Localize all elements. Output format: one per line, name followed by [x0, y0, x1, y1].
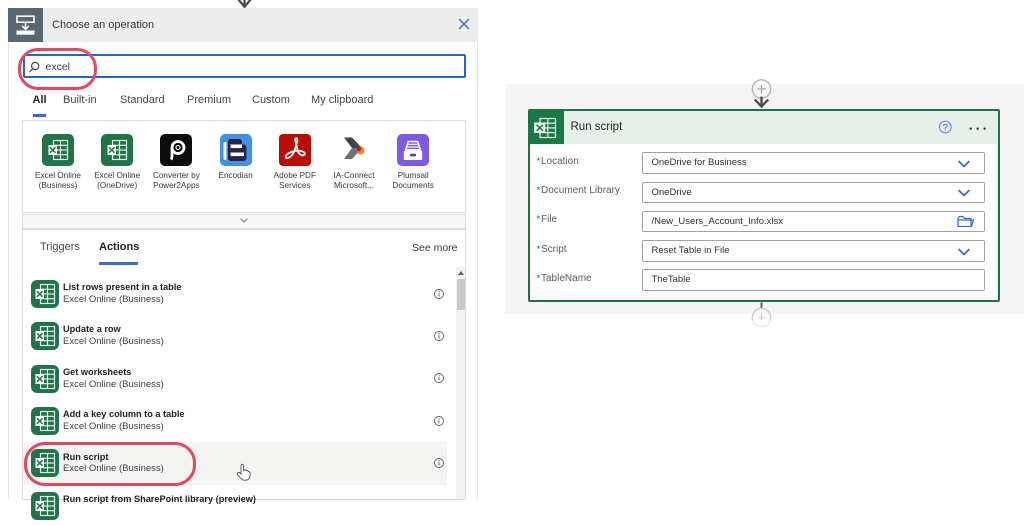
svg-text:?: ? — [943, 122, 948, 132]
